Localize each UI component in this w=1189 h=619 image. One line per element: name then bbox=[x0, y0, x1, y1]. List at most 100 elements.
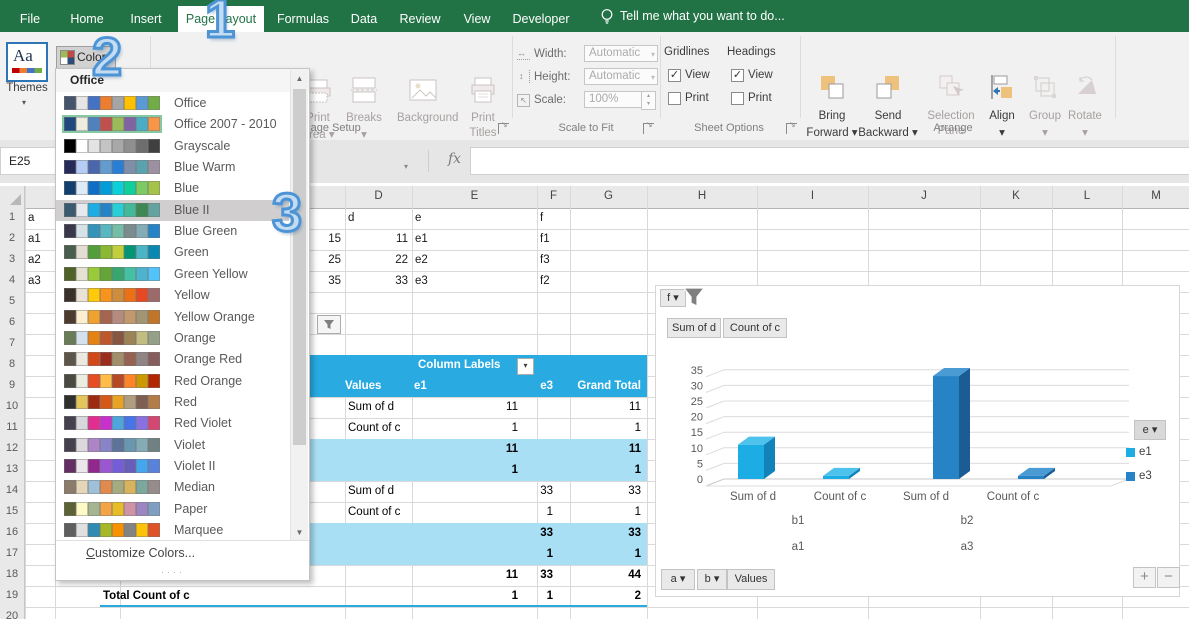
fx-icon[interactable]: fx bbox=[448, 151, 461, 167]
column-header-I[interactable]: I bbox=[757, 186, 868, 207]
theme-item-blue-warm[interactable]: Blue Warm bbox=[56, 157, 289, 178]
tab-review[interactable]: Review bbox=[394, 6, 446, 32]
column-header-M[interactable]: M bbox=[1122, 186, 1189, 207]
row-header-9[interactable]: 9 bbox=[0, 379, 24, 397]
select-all-corner[interactable] bbox=[0, 186, 25, 208]
themes-button[interactable]: Aa Themes ▾ bbox=[4, 40, 52, 118]
theme-item-paper[interactable]: Paper bbox=[56, 499, 289, 520]
theme-item-blue-green[interactable]: Blue Green bbox=[56, 221, 289, 242]
row-header-16[interactable]: 16 bbox=[0, 526, 24, 544]
cell-D3[interactable]: 22 bbox=[345, 250, 408, 271]
column-header-H[interactable]: H bbox=[647, 186, 757, 207]
theme-item-red-violet[interactable]: Red Violet bbox=[56, 413, 289, 434]
cell-D2[interactable]: 11 bbox=[345, 229, 408, 250]
cell-E3[interactable]: e2 bbox=[415, 250, 537, 271]
row-header-12[interactable]: 12 bbox=[0, 442, 24, 460]
scale-to-fit-dialog-launcher[interactable]: ↘ bbox=[643, 123, 654, 134]
gridlines-print-checkbox[interactable] bbox=[668, 92, 681, 105]
theme-item-orange-red[interactable]: Orange Red bbox=[56, 349, 289, 370]
cell-A1[interactable]: a bbox=[28, 208, 55, 229]
name-box-dropdown-arrow[interactable]: ▾ bbox=[404, 162, 408, 171]
row-header-19[interactable]: 19 bbox=[0, 589, 24, 607]
cell-E2[interactable]: e1 bbox=[415, 229, 537, 250]
chart-zoom-out-button[interactable]: − bbox=[1157, 567, 1180, 588]
headings-view-checkbox[interactable]: ✓ bbox=[731, 69, 744, 82]
row-header-1[interactable]: 1 bbox=[0, 211, 24, 229]
scroll-up-icon[interactable]: ▲ bbox=[291, 70, 308, 87]
tab-insert[interactable]: Insert bbox=[122, 6, 170, 32]
row-header-3[interactable]: 3 bbox=[0, 253, 24, 271]
row-header-11[interactable]: 11 bbox=[0, 421, 24, 439]
row-header-8[interactable]: 8 bbox=[0, 358, 24, 376]
column-header-L[interactable]: L bbox=[1052, 186, 1122, 207]
column-header-G[interactable]: G bbox=[570, 186, 647, 207]
pivot-column-labels-dropdown[interactable]: ▾ bbox=[517, 358, 534, 375]
row-header-10[interactable]: 10 bbox=[0, 400, 24, 418]
row-header-13[interactable]: 13 bbox=[0, 463, 24, 481]
row-header-2[interactable]: 2 bbox=[0, 232, 24, 250]
row-header-5[interactable]: 5 bbox=[0, 295, 24, 313]
headings-print-checkbox[interactable] bbox=[731, 92, 744, 105]
cell-A2[interactable]: a1 bbox=[28, 229, 55, 250]
theme-item-violet-ii[interactable]: Violet II bbox=[56, 456, 289, 477]
sheet-options-dialog-launcher[interactable]: ↘ bbox=[786, 123, 797, 134]
page-setup-dialog-launcher[interactable]: ↘ bbox=[498, 123, 509, 134]
cell-D4[interactable]: 33 bbox=[345, 271, 408, 292]
theme-item-office-2007-2010[interactable]: Office 2007 - 2010 bbox=[56, 114, 289, 135]
theme-item-green-yellow[interactable]: Green Yellow bbox=[56, 264, 289, 285]
column-header-J[interactable]: J bbox=[868, 186, 980, 207]
legend-field-button-e[interactable]: e ▾ bbox=[1134, 420, 1166, 440]
cell-A3[interactable]: a2 bbox=[28, 250, 55, 271]
cell-F3[interactable]: f3 bbox=[540, 250, 570, 271]
column-header-K[interactable]: K bbox=[980, 186, 1052, 207]
tab-file[interactable]: File bbox=[10, 6, 50, 32]
customize-colors-item[interactable]: Customize Colors... bbox=[86, 546, 195, 560]
resize-grip[interactable]: ···· bbox=[161, 567, 185, 577]
row-header-6[interactable]: 6 bbox=[0, 316, 24, 334]
theme-item-grayscale[interactable]: Grayscale bbox=[56, 136, 289, 157]
scroll-down-icon[interactable]: ▼ bbox=[291, 524, 308, 541]
cell-F4[interactable]: f2 bbox=[540, 271, 570, 292]
column-header-F[interactable]: F bbox=[537, 186, 570, 207]
theme-item-red[interactable]: Red bbox=[56, 392, 289, 413]
row-header-15[interactable]: 15 bbox=[0, 505, 24, 523]
theme-item-violet[interactable]: Violet bbox=[56, 435, 289, 456]
theme-item-office[interactable]: Office bbox=[56, 93, 289, 114]
cell-E4[interactable]: e3 bbox=[415, 271, 537, 292]
column-header-D[interactable]: D bbox=[345, 186, 412, 207]
cell-F2[interactable]: f1 bbox=[540, 229, 570, 250]
chart-axis-button-a[interactable]: a ▾ bbox=[661, 569, 695, 590]
tab-data[interactable]: Data bbox=[344, 6, 384, 32]
dropdown-scrollbar[interactable]: ▲ ▼ bbox=[290, 70, 308, 541]
theme-item-median[interactable]: Median bbox=[56, 477, 289, 498]
theme-item-yellow[interactable]: Yellow bbox=[56, 285, 289, 306]
theme-item-green[interactable]: Green bbox=[56, 242, 289, 263]
chart-axis-button-b[interactable]: b ▾ bbox=[697, 569, 727, 590]
chart-zoom-in-button[interactable]: + bbox=[1133, 567, 1156, 588]
column-header-E[interactable]: E bbox=[412, 186, 537, 207]
row-header-4[interactable]: 4 bbox=[0, 274, 24, 292]
theme-item-blue[interactable]: Blue bbox=[56, 178, 289, 199]
row-header-18[interactable]: 18 bbox=[0, 568, 24, 586]
gridlines-view-checkbox[interactable]: ✓ bbox=[668, 69, 681, 82]
row-header-17[interactable]: 17 bbox=[0, 547, 24, 565]
theme-item-marquee[interactable]: Marquee bbox=[56, 520, 289, 541]
tab-developer[interactable]: Developer bbox=[508, 6, 574, 32]
pivot-filter-button[interactable] bbox=[317, 315, 341, 334]
row-header-20[interactable]: 20 bbox=[0, 610, 24, 619]
tab-view[interactable]: View bbox=[456, 6, 498, 32]
tab-formulas[interactable]: Formulas bbox=[272, 6, 334, 32]
theme-item-red-orange[interactable]: Red Orange bbox=[56, 371, 289, 392]
theme-item-blue-ii[interactable]: Blue II bbox=[56, 200, 289, 221]
theme-item-orange[interactable]: Orange bbox=[56, 328, 289, 349]
formula-input[interactable] bbox=[470, 147, 1189, 175]
scroll-thumb[interactable] bbox=[293, 89, 306, 445]
row-header-7[interactable]: 7 bbox=[0, 337, 24, 355]
pivot-chart[interactable]: f ▾Sum of dCount of c35302520151050Sum o… bbox=[655, 285, 1180, 597]
row-header-14[interactable]: 14 bbox=[0, 484, 24, 502]
theme-item-yellow-orange[interactable]: Yellow Orange bbox=[56, 307, 289, 328]
tell-me-box[interactable]: Tell me what you want to do... bbox=[600, 6, 860, 30]
chart-axis-button-values[interactable]: Values bbox=[727, 569, 775, 590]
cell-F1[interactable]: f bbox=[540, 208, 570, 229]
cell-D1[interactable]: d bbox=[348, 208, 412, 229]
